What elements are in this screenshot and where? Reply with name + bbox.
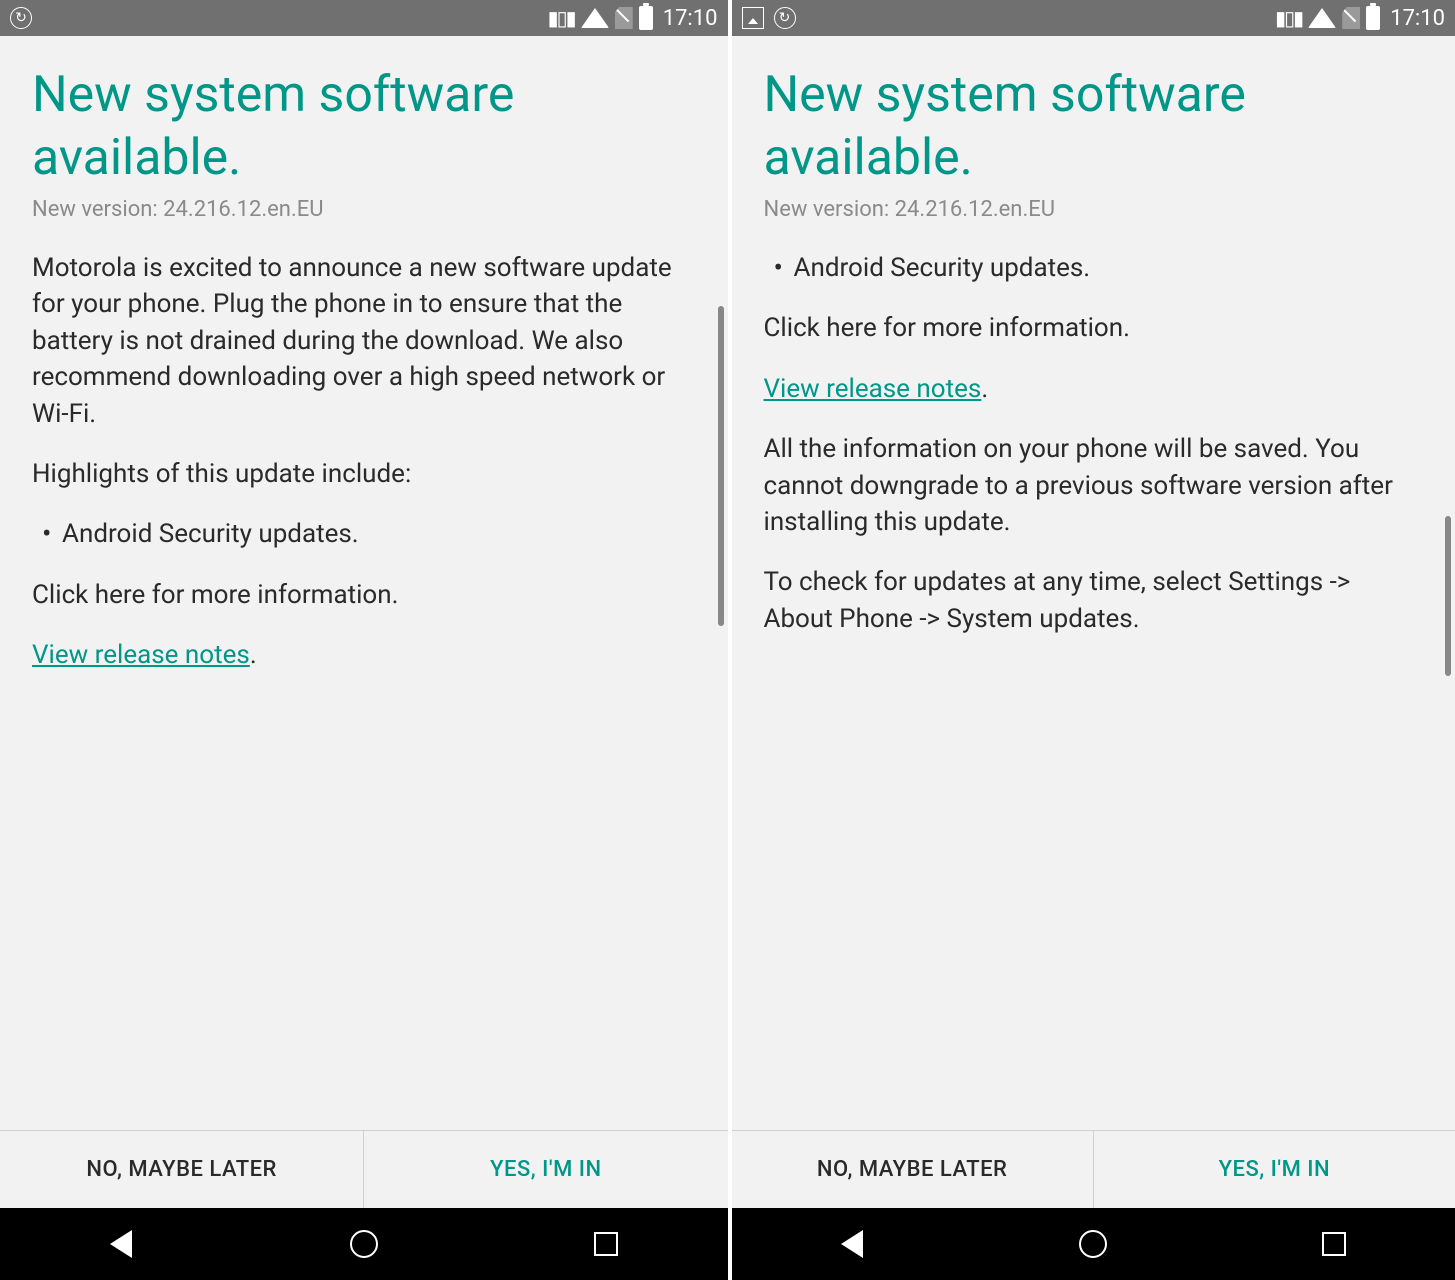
home-icon [1079, 1230, 1107, 1258]
release-notes-line: View release notes. [32, 637, 696, 673]
sync-icon: ↻ [10, 7, 32, 29]
body-text: Motorola is excited to announce a new so… [32, 250, 696, 674]
page-title: New system software available. [32, 64, 696, 189]
no-sim-icon [615, 7, 633, 29]
button-bar: NO, MAYBE LATER YES, I'M IN [732, 1130, 1455, 1208]
release-notes-link[interactable]: View release notes [764, 374, 982, 404]
more-info-text: Click here for more information. [764, 310, 1424, 346]
no-button[interactable]: NO, MAYBE LATER [0, 1131, 363, 1208]
nav-bar [732, 1208, 1455, 1280]
no-button[interactable]: NO, MAYBE LATER [732, 1131, 1093, 1208]
bullet-security: Android Security updates. [764, 250, 1424, 286]
nav-home-button[interactable] [264, 1230, 464, 1258]
intro-paragraph: Motorola is excited to announce a new so… [32, 250, 696, 432]
status-bar: ↻ ▮▯▮ 17:10 [732, 0, 1455, 36]
back-icon [110, 1230, 132, 1258]
yes-button[interactable]: YES, I'M IN [363, 1131, 727, 1208]
nav-back-button[interactable] [752, 1230, 952, 1258]
wifi-icon [581, 8, 609, 28]
no-sim-icon [1342, 7, 1360, 29]
battery-icon [1366, 6, 1380, 30]
nav-recent-button[interactable] [1234, 1232, 1434, 1256]
recent-icon [594, 1232, 618, 1256]
body-text: Android Security updates. Click here for… [764, 250, 1424, 637]
phone-left: ↻ ▮▯▮ 17:10 New system software availabl… [0, 0, 728, 1280]
recent-icon [1322, 1232, 1346, 1256]
status-clock: 17:10 [663, 6, 718, 31]
save-info-paragraph: All the information on your phone will b… [764, 431, 1424, 540]
battery-icon [639, 6, 653, 30]
home-icon [350, 1230, 378, 1258]
release-notes-link[interactable]: View release notes [32, 640, 250, 670]
vibrate-icon: ▮▯▮ [548, 6, 575, 30]
scrollbar-thumb[interactable] [718, 306, 724, 626]
wifi-icon [1308, 8, 1336, 28]
image-icon [742, 7, 764, 29]
nav-bar [0, 1208, 728, 1280]
nav-back-button[interactable] [21, 1230, 221, 1258]
button-bar: NO, MAYBE LATER YES, I'M IN [0, 1130, 728, 1208]
content-area[interactable]: New system software available. New versi… [0, 36, 728, 1130]
check-updates-paragraph: To check for updates at any time, select… [764, 564, 1424, 637]
status-bar: ↻ ▮▯▮ 17:10 [0, 0, 728, 36]
vibrate-icon: ▮▯▮ [1275, 6, 1302, 30]
scrollbar-thumb[interactable] [1445, 516, 1451, 676]
status-clock: 17:10 [1390, 6, 1445, 31]
nav-recent-button[interactable] [506, 1232, 706, 1256]
more-info-text: Click here for more information. [32, 577, 696, 613]
nav-home-button[interactable] [993, 1230, 1193, 1258]
back-icon [841, 1230, 863, 1258]
phone-right: ↻ ▮▯▮ 17:10 New system software availabl… [728, 0, 1455, 1280]
release-notes-line: View release notes. [764, 371, 1424, 407]
content-area[interactable]: New system software available. New versi… [732, 36, 1455, 1130]
page-title: New system software available. [764, 64, 1424, 189]
highlights-label: Highlights of this update include: [32, 456, 696, 492]
bullet-security: Android Security updates. [32, 516, 696, 552]
version-text: New version: 24.216.12.en.EU [764, 197, 1424, 222]
sync-icon: ↻ [774, 7, 796, 29]
version-text: New version: 24.216.12.en.EU [32, 197, 696, 222]
yes-button[interactable]: YES, I'M IN [1093, 1131, 1455, 1208]
